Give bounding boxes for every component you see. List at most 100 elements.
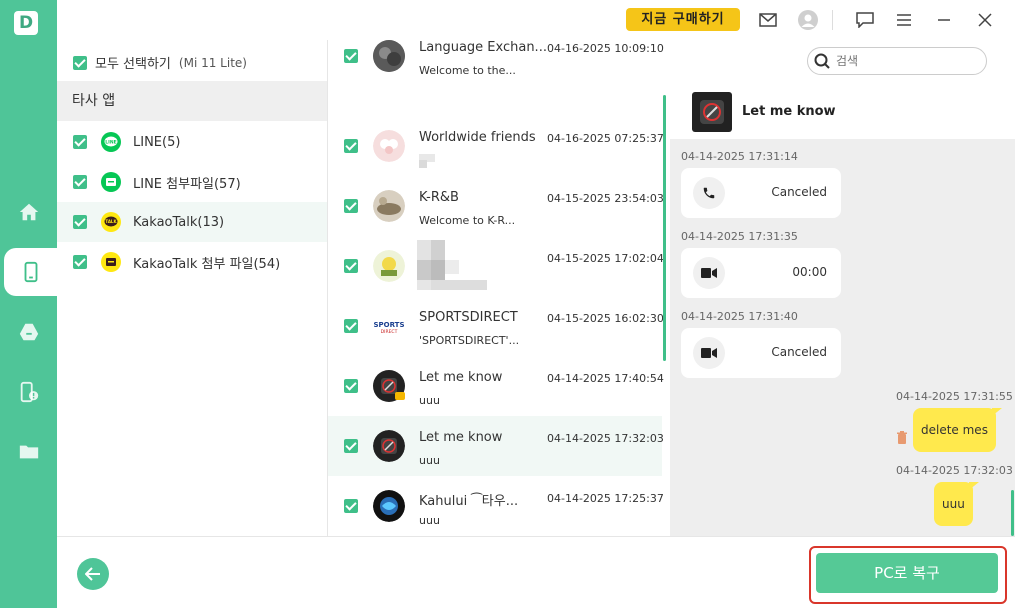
conversation-time: 04-15-2025 16:02:30 [547,312,664,325]
type-item-line[interactable]: LINE LINE(5) [57,122,327,162]
call-message: 00:00 [681,248,841,298]
blurred-name [417,240,431,260]
conversation-row[interactable]: Let me know uuu 04-14-2025 17:40:54 [328,356,664,416]
blurred-name [417,280,431,290]
conversation-name: K-R&B [419,190,459,205]
toolbar-divider [832,10,833,30]
conversation-checkbox[interactable] [344,139,358,153]
search-input[interactable] [836,54,976,68]
conversation-row[interactable]: 04-15-2025 17:02:04 [328,236,664,296]
minimize-icon [938,19,950,21]
close-button[interactable] [974,9,996,31]
chat-messages: 04-14-2025 17:31:14 Canceled 04-14-2025 … [670,140,1015,536]
deleted-message-icon [896,430,908,449]
select-all-row[interactable]: 모두 선택하기 (Mi 11 Lite) [73,53,247,72]
kakaotalk-attachment-icon [101,252,121,272]
conversation-checkbox[interactable] [344,199,358,213]
type-item-label: KakaoTalk 첨부 파일(54) [133,256,281,272]
message-timestamp: 04-14-2025 17:32:03 [896,464,1013,477]
phone-info-nav-button[interactable] [0,368,57,416]
video-call-icon [693,337,725,369]
message-timestamp: 04-14-2025 17:31:14 [681,150,798,163]
blurred-preview [419,160,427,168]
feedback-button[interactable] [854,9,876,31]
type-checkbox[interactable] [73,175,87,189]
menu-button[interactable] [893,9,915,31]
account-button[interactable] [797,9,819,31]
chat-title: Let me know [742,104,836,119]
svg-text:TALK: TALK [105,219,117,224]
minimize-button[interactable] [933,9,955,31]
conversation-name: Worldwide friends [419,130,536,145]
conversation-time: 04-15-2025 17:02:04 [547,252,664,265]
conversation-row[interactable]: SPORTS DIRECT SPORTSDIRECT 'SPORTSDIRECT'… [328,296,664,356]
conversation-row[interactable]: Kahului ⁀타우... uuu 04-14-2025 17:25:37 [328,476,664,536]
type-checkbox[interactable] [73,255,87,269]
list-scrollbar[interactable] [663,95,666,361]
svg-text:SPORTS: SPORTS [373,321,404,329]
call-message: Canceled [681,168,841,218]
conversation-row[interactable]: Language Exchan... Welcome to the... 04-… [328,40,664,86]
conversation-name: SPORTSDIRECT [419,310,518,325]
call-duration: 00:00 [792,265,827,279]
file-type-panel: 모두 선택하기 (Mi 11 Lite) 타사 앱 LINE LINE(5) L… [57,40,328,536]
conversation-checkbox[interactable] [344,49,358,63]
crown-badge-icon [395,392,405,400]
type-item-kakaotalk[interactable]: TALK KakaoTalk(13) [57,202,327,242]
chat-bubble-icon [856,12,874,28]
type-checkbox[interactable] [73,215,87,229]
conversation-time: 04-14-2025 17:32:03 [547,432,664,445]
drive-nav-button[interactable] [0,308,57,356]
section-header-third-party-apps: 타사 앱 [57,81,327,121]
message-timestamp: 04-14-2025 17:31:35 [681,230,798,243]
chat-avatar [692,92,732,132]
phone-alert-icon [20,381,38,403]
conversation-preview: 'SPORTSDIRECT'... [419,334,520,347]
folder-nav-button[interactable] [0,428,57,476]
buy-now-button[interactable]: 지금 구매하기 [626,8,740,31]
type-item-line-attachments[interactable]: LINE 첨부파일(57) [57,162,327,202]
bottom-bar: PC로 복구 [57,536,1015,608]
type-item-label: LINE 첨부파일(57) [133,176,241,192]
nav-rail: D [0,0,57,608]
conversation-checkbox[interactable] [344,319,358,333]
conversation-name: Language Exchan... [419,40,547,55]
conversation-avatar [373,430,405,462]
conversation-row[interactable]: K-R&B Welcome to K-R... 04-15-2025 23:54… [328,176,664,236]
video-call-icon [693,257,725,289]
conversation-name: Kahului ⁀타우... [419,494,519,509]
conversation-time: 04-15-2025 23:54:03 [547,192,664,205]
top-bar: 지금 구매하기 [57,0,1015,40]
conversation-time: 04-14-2025 17:40:54 [547,372,664,385]
conversation-row[interactable]: Let me know uuu 04-14-2025 17:32:03 [328,416,664,476]
sent-message-bubble: delete mes [913,408,1002,452]
conversation-preview: Welcome to K-R... [419,214,516,227]
conversation-checkbox[interactable] [344,259,358,273]
mail-button[interactable] [757,9,779,31]
conversation-preview: uuu [419,394,440,407]
home-icon [19,203,38,221]
conversation-preview: Welcome to the... [419,64,516,77]
home-nav-button[interactable] [0,188,57,236]
select-all-checkbox[interactable] [73,55,87,70]
line-attachment-icon [101,172,121,192]
call-status: Canceled [771,185,827,199]
blurred-name [431,240,445,260]
restore-to-pc-button[interactable]: PC로 복구 [816,553,998,593]
conversation-checkbox[interactable] [344,499,358,513]
chat-header: Let me know [670,78,1015,140]
conversation-preview: uuu [419,514,440,527]
user-avatar-icon [798,10,818,30]
conversation-checkbox[interactable] [344,379,358,393]
conversation-checkbox[interactable] [344,439,358,453]
conversation-row[interactable]: Worldwide friends 04-16-2025 07:25:37 [328,116,664,176]
chat-scrollbar[interactable] [1011,490,1014,536]
line-icon: LINE [101,132,121,152]
device-nav-button[interactable] [4,248,57,296]
type-item-label: LINE(5) [133,134,181,150]
search-box[interactable] [807,47,987,75]
back-button[interactable] [77,558,109,590]
type-item-kakaotalk-attachments[interactable]: KakaoTalk 첨부 파일(54) [57,242,327,282]
type-checkbox[interactable] [73,135,87,149]
device-name: (Mi 11 Lite) [178,55,247,70]
